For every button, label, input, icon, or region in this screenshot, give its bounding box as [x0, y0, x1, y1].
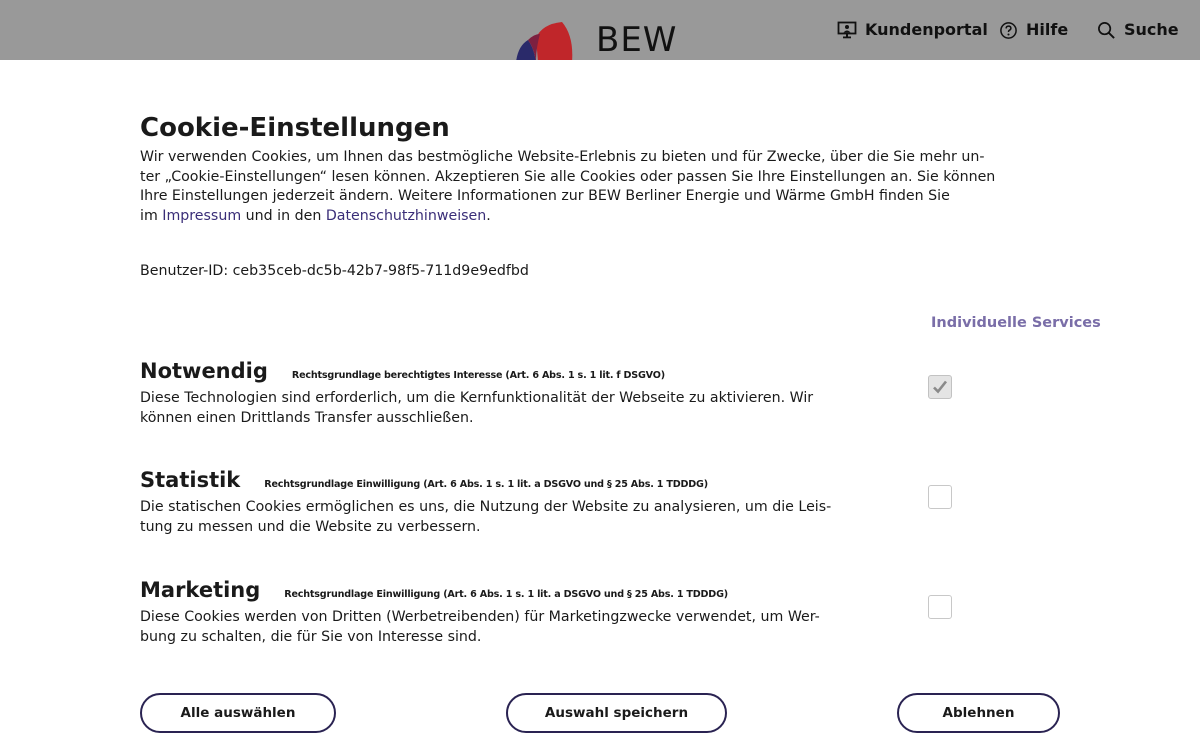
- save-selection-button[interactable]: Auswahl speichern: [506, 693, 727, 733]
- description-line-1: Diese Cookies werden von Dritten (Werbet…: [140, 609, 820, 625]
- description-line-1: Die statischen Cookies ermöglichen es un…: [140, 499, 832, 515]
- privacy-link[interactable]: Datenschutzhinweisen: [326, 208, 486, 224]
- section-header: Marketing Rechtsgrundlage Einwilligung (…: [140, 576, 1100, 606]
- nav-search[interactable]: Suche: [1097, 0, 1179, 60]
- marketing-checkbox[interactable]: [928, 595, 952, 619]
- user-id: Benutzer-ID: ceb35ceb-dc5b-42b7-98f5-711…: [140, 263, 529, 279]
- section-marketing: Marketing Rechtsgrundlage Einwilligung (…: [140, 576, 1100, 647]
- description-line-2: können einen Drittlands Transfer ausschl…: [140, 409, 474, 426]
- section-statistics: Statistik Rechtsgrundlage Einwilligung (…: [140, 466, 1100, 537]
- section-description: Diese Cookies werden von Dritten (Werbet…: [140, 608, 885, 647]
- intro-line-4-middle: und in den: [241, 207, 326, 224]
- intro-line-1: Wir verwenden Cookies, um Ihnen das best…: [140, 149, 985, 165]
- site-header: BEW Kundenportal Hilfe Suche: [0, 0, 1200, 60]
- bew-logo[interactable]: BEW: [514, 18, 694, 60]
- checkmark-icon: [933, 380, 948, 394]
- section-title: Marketing: [140, 578, 261, 602]
- help-circle-icon: [1000, 21, 1017, 39]
- logo-text: BEW: [596, 20, 678, 60]
- intro-line-2: ter „Cookie-Einstellungen“ lesen können.…: [140, 168, 996, 185]
- section-description: Die statischen Cookies ermöglichen es un…: [140, 498, 885, 537]
- legal-basis: Rechtsgrundlage berechtigtes Interesse (…: [291, 370, 665, 381]
- intro-text: Wir verwenden Cookies, um Ihnen das best…: [140, 148, 1060, 226]
- monitor-user-icon: [837, 21, 857, 39]
- description-line-2: tung zu messen und die Website zu verbes…: [140, 518, 481, 535]
- intro-line-4-suffix: .: [486, 207, 491, 224]
- cookie-settings-modal: Cookie-Einstellungen Wir verwenden Cooki…: [0, 60, 1200, 750]
- section-header: Notwendig Rechtsgrundlage berechtigtes I…: [140, 357, 1100, 387]
- reject-button[interactable]: Ablehnen: [897, 693, 1060, 733]
- search-icon: [1098, 21, 1115, 39]
- section-title: Notwendig: [140, 359, 268, 383]
- statistics-checkbox[interactable]: [928, 485, 952, 509]
- section-header: Statistik Rechtsgrundlage Einwilligung (…: [140, 466, 1100, 496]
- nav-help[interactable]: Hilfe: [999, 0, 1068, 60]
- description-line-1: Diese Technologien sind erforderlich, um…: [140, 390, 814, 406]
- description-line-2: bung zu schalten, die für Sie von Intere…: [140, 628, 482, 645]
- bew-logo-mark-icon: [516, 22, 573, 60]
- imprint-link[interactable]: Impressum: [162, 208, 241, 224]
- legal-basis: Rechtsgrundlage Einwilligung (Art. 6 Abs…: [264, 479, 708, 490]
- legal-basis: Rechtsgrundlage Einwilligung (Art. 6 Abs…: [284, 589, 728, 600]
- intro-line-4-prefix: im: [140, 207, 163, 224]
- section-title: Statistik: [140, 468, 241, 492]
- nav-search-label: Suche: [1124, 20, 1179, 39]
- individual-services-link[interactable]: Individuelle Services: [931, 313, 1101, 333]
- nav-customer-portal[interactable]: Kundenportal: [837, 0, 988, 60]
- section-description: Diese Technologien sind erforderlich, um…: [140, 389, 885, 428]
- section-necessary: Notwendig Rechtsgrundlage berechtigtes I…: [140, 357, 1100, 428]
- intro-line-3: Ihre Einstellungen jederzeit ändern. Wei…: [140, 188, 950, 204]
- modal-title: Cookie-Einstellungen: [140, 113, 450, 143]
- necessary-checkbox[interactable]: [928, 375, 952, 399]
- nav-help-label: Hilfe: [1026, 20, 1069, 39]
- nav-customer-portal-label: Kundenportal: [865, 20, 988, 39]
- select-all-button[interactable]: Alle auswählen: [140, 693, 336, 733]
